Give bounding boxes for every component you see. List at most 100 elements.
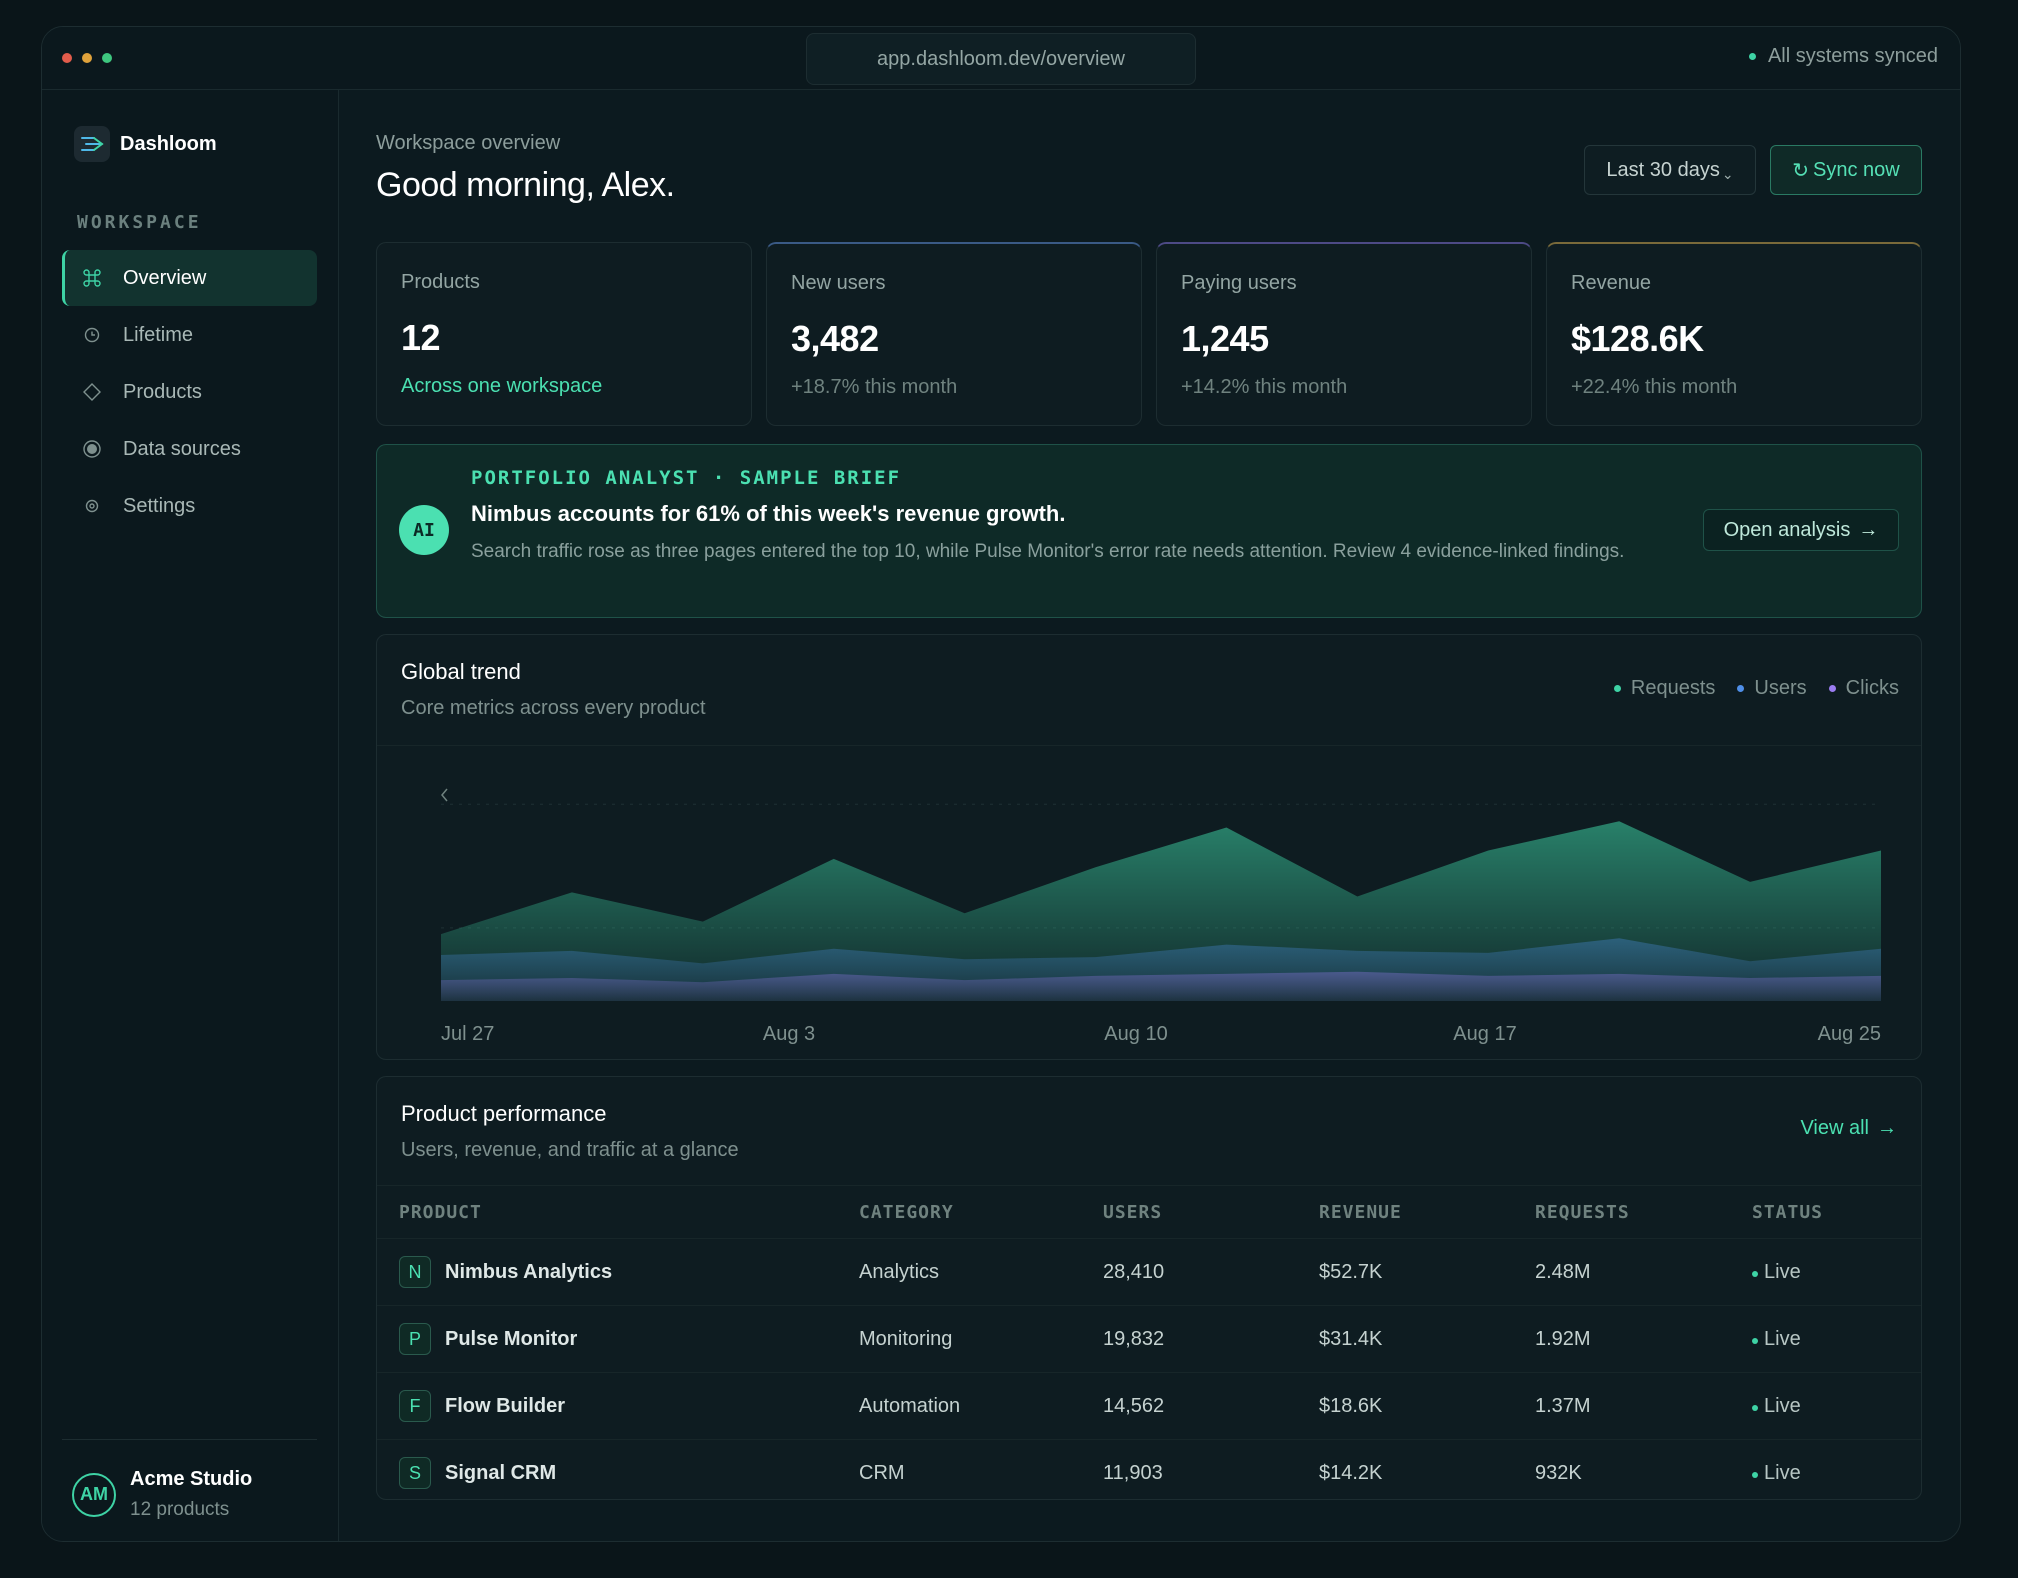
refresh-icon: ↻: [1792, 159, 1810, 182]
requests-cell: 1.37M: [1535, 1394, 1591, 1417]
ai-brief-card: AI PORTFOLIO ANALYST · SAMPLE BRIEF Nimb…: [376, 444, 1922, 618]
sync-status: All systems synced: [1748, 45, 1938, 68]
stat-card-paying-users: Paying users 1,245 +14.2% this month: [1156, 242, 1532, 426]
clock-icon: [81, 324, 103, 346]
category-cell: CRM: [859, 1461, 905, 1484]
requests-cell: 932K: [1535, 1461, 1582, 1484]
dashloom-logo-icon: [74, 126, 110, 162]
chart-legend: Requests Users Clicks: [1613, 677, 1899, 700]
sidebar-item-label: Lifetime: [123, 323, 194, 346]
title-bar: app.dashloom.dev/overview All systems sy…: [42, 27, 1960, 90]
users-cell: 19,832: [1103, 1327, 1165, 1350]
account-switcher[interactable]: AM Acme Studio 12 products: [62, 1439, 317, 1521]
global-trend-card: Global trend Core metrics across every p…: [376, 634, 1922, 1060]
revenue-cell: $18.6K: [1319, 1394, 1383, 1417]
table-row[interactable]: F Flow Builder Automation 14,562 $18.6K …: [377, 1373, 1921, 1440]
sidebar-nav: Overview Lifetime Products Data sources: [62, 250, 317, 535]
sidebar-item-label: Data sources: [123, 437, 241, 460]
category-cell: Monitoring: [859, 1327, 953, 1350]
status-label: Live: [1764, 1394, 1801, 1417]
app-window: app.dashloom.dev/overview All systems sy…: [41, 26, 1961, 1542]
minimize-window-dot[interactable]: [82, 53, 92, 63]
table-row[interactable]: N Nimbus Analytics Analytics 28,410 $52.…: [377, 1239, 1921, 1306]
column-header-product[interactable]: PRODUCT: [399, 1202, 482, 1223]
status-dot-icon: [1748, 53, 1756, 60]
sidebar-item-overview[interactable]: Overview: [62, 250, 317, 306]
x-tick-label: Jul 27: [441, 1023, 494, 1045]
sync-now-button[interactable]: ↻ Sync now: [1770, 145, 1922, 195]
brand[interactable]: Dashloom: [74, 126, 217, 162]
open-analysis-button[interactable]: Open analysis →: [1703, 509, 1899, 551]
column-header-requests[interactable]: REQUESTS: [1535, 1202, 1630, 1223]
arrow-right-icon: →: [1877, 1117, 1897, 1139]
workspace-section-label: WORKSPACE: [77, 212, 202, 233]
column-header-category[interactable]: CATEGORY: [859, 1202, 954, 1223]
stat-label: Paying users: [1181, 272, 1297, 294]
requests-cell: 2.48M: [1535, 1260, 1591, 1283]
status-label: Live: [1764, 1461, 1801, 1484]
legend-item-requests[interactable]: Requests: [1613, 677, 1715, 700]
url-bar[interactable]: app.dashloom.dev/overview: [806, 33, 1196, 85]
product-cell: P Pulse Monitor: [399, 1323, 577, 1355]
status-dot-icon: [1752, 1338, 1758, 1344]
stat-value: $128.6K: [1571, 318, 1704, 359]
date-range-select[interactable]: Last 30 days ⌄: [1584, 145, 1756, 195]
sidebar-item-settings[interactable]: Settings: [62, 478, 317, 534]
account-info: Acme Studio 12 products: [130, 1468, 252, 1521]
ai-eyebrow: PORTFOLIO ANALYST · SAMPLE BRIEF: [471, 467, 902, 489]
sidebar-item-products[interactable]: Products: [62, 364, 317, 420]
account-subtitle: 12 products: [130, 1499, 230, 1520]
x-tick-label: Aug 25: [1818, 1023, 1881, 1045]
product-name: Pulse Monitor: [445, 1327, 578, 1350]
performance-subtitle: Users, revenue, and traffic at a glance: [401, 1139, 739, 1161]
sidebar-item-lifetime[interactable]: Lifetime: [62, 307, 317, 363]
stat-value: 12: [401, 317, 441, 358]
chevron-down-icon: ⌄: [1721, 165, 1734, 182]
maximize-window-dot[interactable]: [102, 53, 112, 63]
stat-label: Products: [401, 271, 480, 293]
table-row[interactable]: P Pulse Monitor Monitoring 19,832 $31.4K…: [377, 1306, 1921, 1373]
x-tick-label: Aug 10: [1104, 1023, 1167, 1045]
stat-card-revenue: Revenue $128.6K +22.4% this month: [1546, 242, 1922, 426]
sidebar-item-label: Overview: [123, 266, 207, 289]
status-dot-icon: [1752, 1405, 1758, 1411]
trend-chart: Jul 27 Aug 3 Aug 10 Aug 17 Aug 25: [441, 788, 1881, 1045]
status-label: Live: [1764, 1327, 1801, 1350]
close-window-dot[interactable]: [62, 53, 72, 63]
stat-note: Across one workspace: [401, 375, 603, 397]
view-all-link[interactable]: View all →: [1800, 1117, 1897, 1140]
column-header-users[interactable]: USERS: [1103, 1202, 1162, 1223]
stat-value: 1,245: [1181, 318, 1269, 359]
status-badge: Live: [1752, 1261, 1801, 1284]
url-text: app.dashloom.dev/overview: [877, 47, 1125, 70]
ai-headline: Nimbus accounts for 61% of this week's r…: [471, 501, 1066, 526]
table-row[interactable]: S Signal CRM CRM 11,903 $14.2K 932K Live: [377, 1440, 1921, 1499]
ai-body: Search traffic rose as three pages enter…: [471, 541, 1625, 562]
status-badge: Live: [1752, 1462, 1801, 1485]
diamond-icon: [81, 381, 103, 403]
main-content: Workspace overview Good morning, Alex. L…: [376, 90, 1960, 1541]
column-header-status[interactable]: STATUS: [1752, 1202, 1823, 1223]
category-cell: Automation: [859, 1394, 961, 1417]
product-name: Signal CRM: [445, 1461, 557, 1484]
product-name: Flow Builder: [445, 1394, 565, 1417]
status-dot-icon: [1752, 1472, 1758, 1478]
view-all-label: View all: [1800, 1117, 1869, 1139]
sidebar-item-label: Products: [123, 380, 202, 403]
sidebar-item-data-sources[interactable]: Data sources: [62, 421, 317, 477]
legend-dot: [1828, 685, 1836, 692]
chevron-left-icon[interactable]: [441, 788, 448, 802]
legend-item-clicks[interactable]: Clicks: [1828, 677, 1899, 700]
status-label: Live: [1764, 1260, 1801, 1283]
requests-cell: 1.92M: [1535, 1327, 1591, 1350]
column-header-revenue[interactable]: REVENUE: [1319, 1202, 1402, 1223]
product-performance-card: Product performance Users, revenue, and …: [376, 1076, 1922, 1500]
command-icon: [81, 267, 103, 289]
page-title: Good morning, Alex.: [376, 166, 675, 204]
trend-subtitle: Core metrics across every product: [401, 697, 706, 719]
stat-card-new-users: New users 3,482 +18.7% this month: [766, 242, 1142, 426]
table-header: PRODUCT CATEGORY USERS REVENUE REQUESTS …: [377, 1185, 1921, 1239]
performance-table: PRODUCT CATEGORY USERS REVENUE REQUESTS …: [377, 1185, 1921, 1499]
legend-item-users[interactable]: Users: [1737, 677, 1807, 700]
page-subtitle: Workspace overview: [376, 132, 561, 154]
